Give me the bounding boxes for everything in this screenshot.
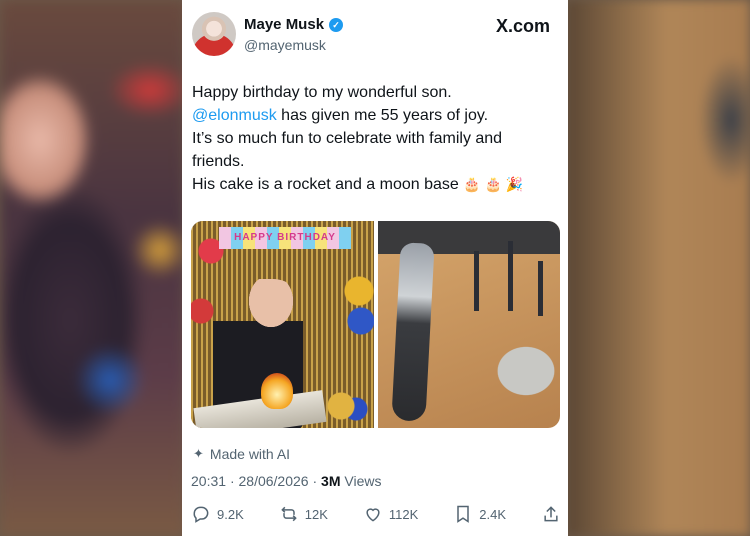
tweet-card: Maye Musk ✓ @mayemusk X.com Happy birthd… [182,0,568,536]
bookmark-button[interactable]: 2.4K [453,504,506,524]
reply-icon [193,506,209,523]
share-icon [544,506,558,522]
bookmark-count: 2.4K [479,506,506,522]
action-bar: 9.2K 12K 112K 2.4K [191,504,561,524]
tower-shape [473,251,479,311]
background-blur-right [566,0,750,536]
rocket-shape [390,242,435,422]
launch-towers [468,231,558,341]
separator: · [229,473,235,489]
photo-rocket-cake[interactable] [377,221,560,428]
like-count: 112K [388,506,419,522]
separator: · [312,473,318,489]
bookmark-icon [457,505,469,523]
made-with-text: Made with AI [209,446,291,462]
emoji-group: 🎂 🎂 🎉 [463,176,524,192]
text-line-mention: @elonmusk has given me 55 years of joy. [192,104,552,127]
views-label: Views [344,473,382,489]
flame-shape [261,373,293,409]
verified-badge-icon: ✓ [329,17,344,32]
tweet-time: 20:31 [191,473,227,489]
reply-count: 9.2K [217,506,244,522]
text-line: friends. [192,153,245,170]
text-fragment: His cake is a rocket and a moon base [192,176,459,193]
author-handle[interactable]: @mayemusk [244,37,326,53]
text-line: It’s so much fun to celebrate with famil… [192,130,503,147]
tweet-date: 28/06/2026 [238,473,309,489]
tower-shape [507,241,513,311]
tweet-text: Happy birthday to my wonderful son. @elo… [192,81,552,196]
text-line-emoji: His cake is a rocket and a moon base 🎂 🎂… [192,173,552,196]
sparkle-icon: ✦ [193,446,204,461]
background-blur-left [0,0,185,536]
media-grid: HAPPY BIRTHDAY [191,221,560,428]
text-line: Happy birthday to my wonderful son. [192,84,452,101]
text-fragment: has given me 55 years of joy. [281,107,489,124]
made-with-ai-label: ✦ Made with AI [193,446,290,462]
author-name[interactable]: Maye Musk [244,16,324,33]
avatar[interactable] [192,12,236,56]
views-count: 3M [321,473,341,489]
repost-icon [281,506,297,522]
repost-count: 12K [304,506,328,522]
share-button[interactable] [541,504,561,524]
photo-birthday-party[interactable]: HAPPY BIRTHDAY [191,221,374,428]
author-row: Maye Musk ✓ [244,16,344,33]
tower-shape [537,261,543,316]
repost-button[interactable]: 12K [279,504,328,524]
reply-button[interactable]: 9.2K [191,504,244,524]
tweet-timestamp[interactable]: 20:31 · 28/06/2026 · 3M Views [191,473,381,489]
like-icon [366,508,380,522]
brand-logo: X.com [495,16,550,36]
birthday-banner: HAPPY BIRTHDAY [219,227,351,249]
like-button[interactable]: 112K [363,504,418,524]
mention-link[interactable]: @elonmusk [192,107,277,124]
